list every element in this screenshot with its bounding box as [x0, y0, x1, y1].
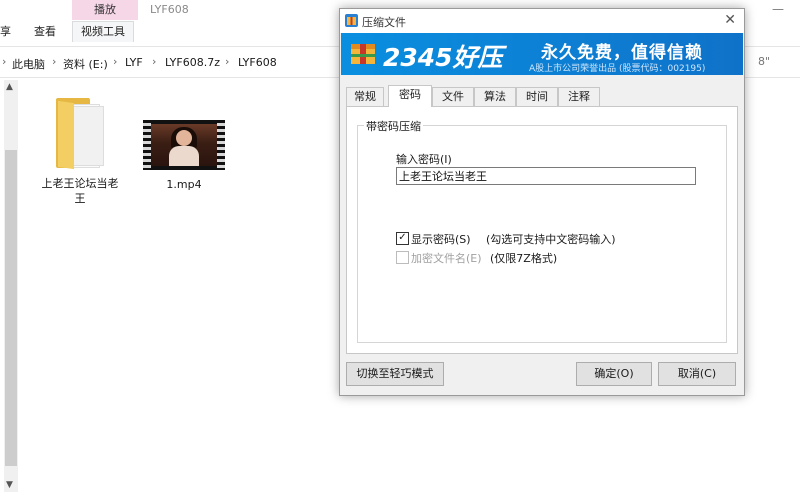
breadcrumb-lyf[interactable]: LYF — [125, 56, 143, 69]
tab-share[interactable]: 享 — [0, 22, 11, 42]
close-icon[interactable]: ✕ — [724, 12, 736, 28]
tab-time[interactable]: 时间 — [516, 87, 558, 106]
file-name: 上老王论坛当老王 — [41, 177, 119, 205]
ok-button[interactable]: 确定(O) — [576, 362, 652, 386]
tab-general[interactable]: 常规 — [346, 87, 384, 106]
chevron-right-icon: › — [2, 55, 7, 68]
video-thumbnail-icon — [143, 120, 225, 170]
window-title: LYF608 — [150, 3, 189, 16]
chevron-right-icon: › — [52, 55, 57, 68]
dialog-titlebar[interactable]: 压缩文件 ✕ — [340, 9, 744, 33]
breadcrumb-archive[interactable]: LYF608.7z — [165, 56, 220, 69]
breadcrumb-this-pc[interactable]: 此电脑 — [12, 56, 45, 72]
context-tab-header[interactable]: 播放 — [72, 0, 138, 20]
archive-app-icon — [345, 14, 358, 27]
dialog-title: 压缩文件 — [362, 16, 406, 29]
folder-icon — [52, 96, 108, 170]
scrollbar-thumb[interactable] — [5, 150, 17, 466]
cancel-button[interactable]: 取消(C) — [658, 362, 736, 386]
brand-name: 2345好压 — [383, 43, 503, 72]
chevron-right-icon: › — [152, 55, 157, 68]
group-title: 带密码压缩 — [364, 118, 423, 134]
tab-algorithm[interactable]: 算法 — [474, 87, 516, 106]
chevron-right-icon: › — [225, 55, 230, 68]
minimize-icon[interactable]: — — [772, 2, 784, 16]
password-input[interactable] — [396, 167, 696, 185]
encrypt-filenames-hint: (仅限7Z格式) — [490, 252, 558, 265]
brand-subslogan: A股上市公司荣誉出品 (股票代码：002195) — [529, 64, 706, 74]
file-item-video[interactable]: 1.mp4 — [142, 120, 226, 192]
brand-banner: 2345好压 永久免费，值得信赖 A股上市公司荣誉出品 (股票代码：002195… — [341, 33, 743, 75]
show-password-checkbox[interactable]: ✓ — [396, 232, 409, 245]
haozip-logo-icon — [351, 44, 375, 64]
breadcrumb-lyf608[interactable]: LYF608 — [238, 56, 277, 69]
show-password-hint: (勾选可支持中文密码输入) — [486, 233, 616, 246]
file-name: 1.mp4 — [166, 178, 202, 191]
nav-pane-scrollbar[interactable]: ▲ ▼ — [4, 80, 18, 492]
encrypt-filenames-checkbox[interactable] — [396, 251, 409, 264]
tab-comment[interactable]: 注释 — [558, 87, 600, 106]
breadcrumb-drive-e[interactable]: 资料 (E:) — [63, 56, 108, 72]
compress-dialog: 压缩文件 ✕ 2345好压 永久免费，值得信赖 A股上市公司荣誉出品 (股票代码… — [339, 8, 745, 396]
password-group: 带密码压缩 输入密码(I) ✓ 显示密码(S) (勾选可支持中文密码输入) 加密… — [357, 118, 727, 343]
show-password-label[interactable]: 显示密码(S) — [411, 231, 471, 247]
tab-password[interactable]: 密码 — [388, 85, 432, 107]
file-item-folder[interactable]: 上老王论坛当老王 — [40, 96, 120, 206]
tab-files[interactable]: 文件 — [432, 87, 474, 106]
chevron-right-icon: › — [113, 55, 118, 68]
tab-video-tools[interactable]: 视频工具 — [72, 21, 134, 42]
tab-view[interactable]: 查看 — [34, 22, 56, 42]
switch-light-mode-button[interactable]: 切换至轻巧模式 — [346, 362, 444, 386]
password-tab-panel: 带密码压缩 输入密码(I) ✓ 显示密码(S) (勾选可支持中文密码输入) 加密… — [346, 106, 738, 354]
password-label: 输入密码(I) — [396, 153, 452, 166]
brand-slogan: 永久免费，值得信赖 — [541, 43, 703, 63]
encrypt-filenames-label[interactable]: 加密文件名(E) — [411, 250, 482, 266]
scroll-down-icon[interactable]: ▼ — [6, 480, 13, 490]
address-tail: 8" — [758, 55, 771, 68]
scroll-up-icon[interactable]: ▲ — [6, 82, 13, 92]
